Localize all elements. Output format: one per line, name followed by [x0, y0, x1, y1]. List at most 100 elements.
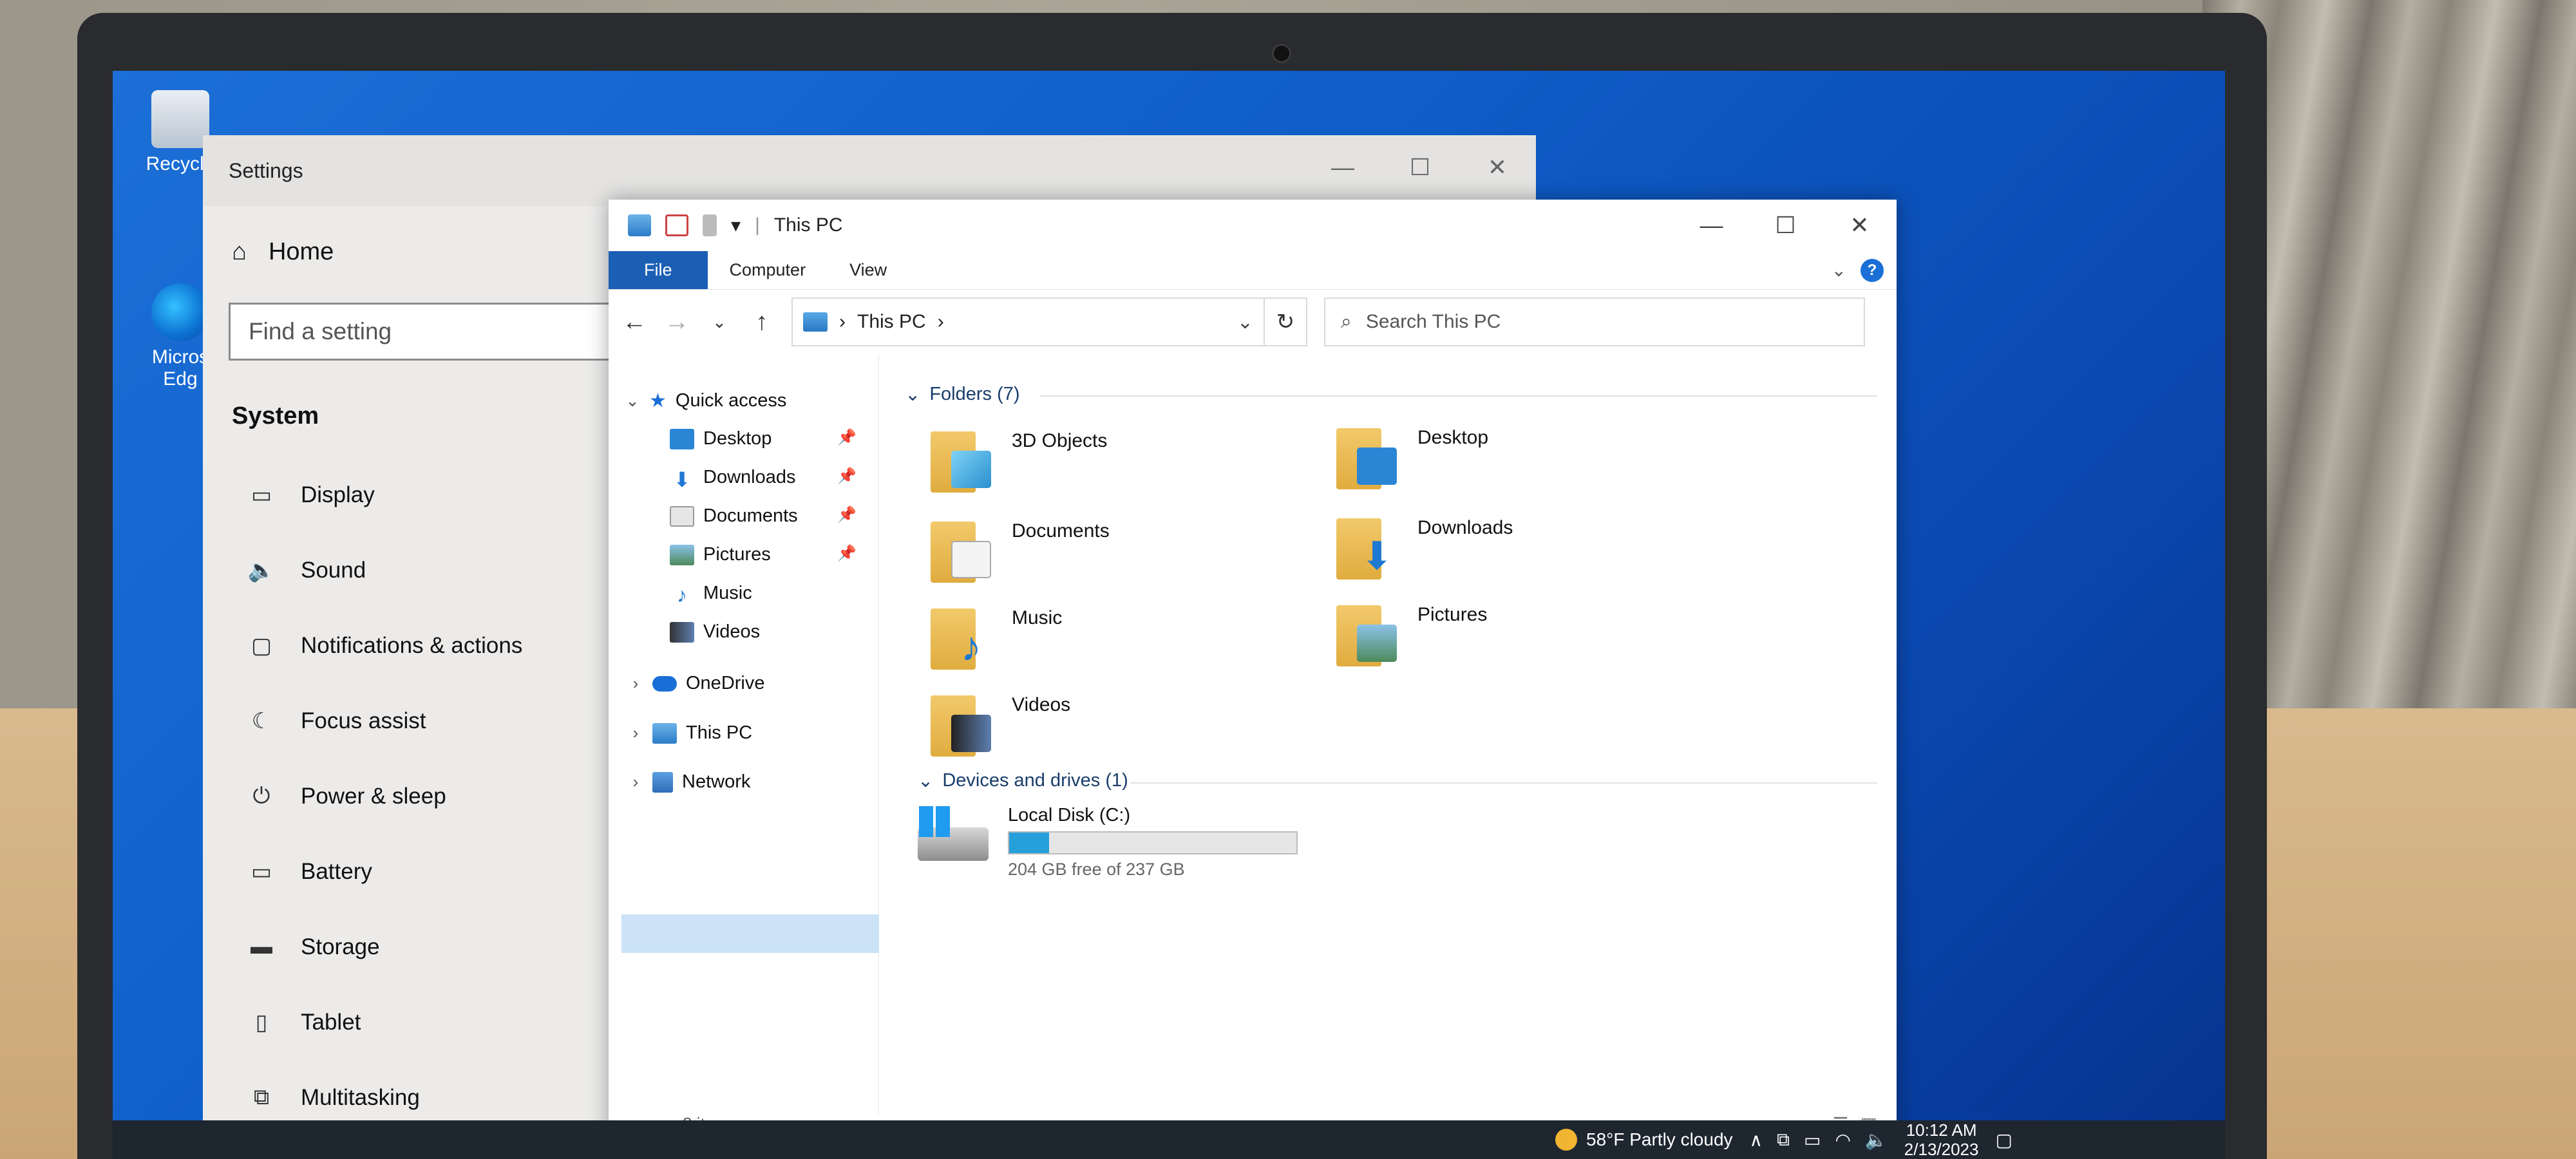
breadcrumb-separator-icon[interactable]: › [938, 311, 944, 333]
chevron-right-icon[interactable]: › [628, 723, 643, 743]
nav-item-tablet[interactable]: ▯ Tablet [248, 985, 522, 1060]
tree-label: Documents [703, 505, 798, 526]
webcam [1272, 44, 1291, 63]
pin-icon[interactable]: 📌 [837, 467, 857, 485]
group-divider [1130, 782, 1877, 784]
chevron-down-icon[interactable]: ⌄ [905, 383, 920, 406]
tree-label: Network [682, 771, 751, 792]
address-bar[interactable]: › This PC › ⌄ [791, 297, 1265, 346]
tree-item-pictures[interactable]: Pictures [670, 544, 771, 565]
maximize-button[interactable]: ☐ [1381, 135, 1459, 200]
tab-view[interactable]: View [828, 251, 909, 289]
tree-label: Videos [703, 621, 761, 642]
tree-item-network[interactable]: › Network [628, 771, 750, 793]
up-button[interactable]: ↑ [749, 308, 775, 336]
folder-pictures[interactable]: Pictures [1336, 599, 1487, 666]
refresh-button[interactable]: ↻ [1265, 297, 1307, 346]
folder-documents[interactable]: Documents [931, 515, 1110, 583]
drive-icon [918, 805, 989, 863]
folder-videos[interactable]: Videos [931, 689, 1070, 757]
weather-text: 58°F Partly cloudy [1586, 1129, 1733, 1149]
folder-desktop[interactable]: Desktop [1336, 422, 1488, 489]
minimize-button[interactable]: — [1304, 135, 1381, 200]
settings-nav: ▭ Display 🔈 Sound ▢ Notifications & actions… [248, 457, 523, 1135]
folders-group-header[interactable]: ⌄ Folders (7) [905, 383, 1020, 406]
tree-item-downloads[interactable]: ⬇ Downloads [670, 467, 796, 491]
nav-label: Storage [301, 934, 380, 959]
forward-button[interactable]: → [664, 308, 690, 336]
tab-computer[interactable]: Computer [708, 251, 828, 289]
folder-label: Documents [1012, 520, 1110, 542]
explorer-titlebar[interactable]: ▾ | This PC — ☐ ✕ [609, 200, 1897, 251]
moon-icon: ☾ [251, 708, 272, 733]
tree-item-quick-access[interactable]: ⌄ ★ Quick access [625, 390, 786, 412]
folder-music[interactable]: ♪ Music [931, 602, 1062, 670]
documents-icon [951, 541, 991, 578]
folder-downloads[interactable]: ⬇ Downloads [1336, 512, 1513, 580]
nav-label: Notifications & actions [301, 632, 523, 658]
settings-home-link[interactable]: ⌂ Home [232, 238, 334, 266]
nav-item-storage[interactable]: ▬ Storage [248, 909, 522, 985]
chevron-down-icon[interactable]: ⌄ [918, 769, 933, 792]
search-input[interactable]: ⌕ Search This PC [1324, 297, 1865, 346]
nav-label: Power & sleep [301, 783, 446, 809]
settings-window-controls: — ☐ ✕ [1304, 135, 1536, 200]
back-button[interactable]: ← [621, 308, 647, 336]
new-folder-icon[interactable] [703, 214, 717, 236]
show-hidden-icons-icon[interactable]: ∧ [1750, 1129, 1763, 1151]
tree-item-this-pc[interactable]: › This PC [628, 722, 752, 744]
properties-icon[interactable] [665, 214, 688, 236]
explorer-title: This PC [773, 214, 843, 236]
taskbar-clock[interactable]: 10:12 AM 2/13/2023 [1904, 1120, 1979, 1159]
notifications-icon: ▢ [251, 633, 272, 658]
devices-group-header[interactable]: ⌄ Devices and drives (1) [918, 769, 1128, 792]
tree-item-videos[interactable]: Videos [670, 621, 760, 643]
expand-ribbon-icon[interactable]: ⌄ [1832, 259, 1846, 281]
battery-icon[interactable]: ▭ [1804, 1129, 1821, 1151]
nav-item-battery[interactable]: ▭ Battery [248, 834, 522, 909]
downloads-icon: ⬇ [1360, 534, 1394, 578]
chevron-right-icon[interactable]: › [628, 772, 643, 792]
nav-label: Sound [301, 557, 366, 583]
nav-item-display[interactable]: ▭ Display [248, 457, 522, 532]
close-button[interactable]: ✕ [1823, 200, 1897, 251]
drive-local-disk-c[interactable]: Local Disk (C:) 204 GB free of 237 GB [918, 805, 1298, 880]
home-icon: ⌂ [232, 238, 247, 265]
recent-locations-button[interactable]: ⌄ [706, 312, 732, 332]
close-button[interactable]: ✕ [1459, 135, 1536, 200]
pin-icon[interactable]: 📌 [837, 428, 857, 447]
settings-title: Settings [229, 158, 303, 182]
nav-item-focus-assist[interactable]: ☾ Focus assist [248, 683, 522, 759]
wifi-icon[interactable]: ◠ [1835, 1129, 1850, 1151]
system-tray: ∧ ⧉ ▭ ◠ 🔈 [1750, 1129, 1888, 1151]
pin-icon[interactable]: 📌 [837, 505, 857, 524]
tree-item-onedrive[interactable]: › OneDrive [628, 673, 765, 694]
sound-icon: 🔈 [247, 558, 276, 583]
breadcrumb-this-pc[interactable]: This PC [857, 311, 926, 333]
volume-icon[interactable]: 🔈 [1865, 1129, 1888, 1151]
pin-icon[interactable]: 📌 [837, 544, 857, 563]
meet-now-icon[interactable]: ⧉ [1777, 1129, 1790, 1151]
chevron-down-icon[interactable]: ▾ [731, 214, 741, 237]
network-icon [652, 771, 673, 793]
maximize-button[interactable]: ☐ [1748, 200, 1823, 251]
chevron-right-icon[interactable]: › [628, 674, 643, 693]
tree-item-desktop[interactable]: Desktop [670, 428, 772, 449]
nav-item-notifications[interactable]: ▢ Notifications & actions [248, 608, 522, 683]
tree-item-documents[interactable]: Documents [670, 505, 798, 527]
drive-usage-bar [1008, 831, 1298, 854]
tree-item-music[interactable]: ♪ Music [670, 583, 752, 607]
3d-objects-icon [951, 451, 991, 488]
help-icon[interactable]: ? [1861, 258, 1884, 282]
tab-file[interactable]: File [609, 251, 708, 289]
nav-item-sound[interactable]: 🔈 Sound [248, 532, 522, 608]
minimize-button[interactable]: — [1674, 200, 1748, 251]
tree-label: OneDrive [686, 673, 765, 693]
nav-item-power-sleep[interactable]: ⏻ Power & sleep [248, 759, 522, 834]
onedrive-cloud-icon [652, 675, 677, 692]
weather-widget[interactable]: 58°F Partly cloudy [1555, 1129, 1733, 1151]
chevron-down-icon[interactable]: ⌄ [625, 391, 640, 411]
address-dropdown-icon[interactable]: ⌄ [1237, 311, 1253, 334]
folder-3d-objects[interactable]: 3D Objects [931, 425, 1107, 493]
notifications-icon[interactable]: ▢ [1995, 1129, 2012, 1151]
